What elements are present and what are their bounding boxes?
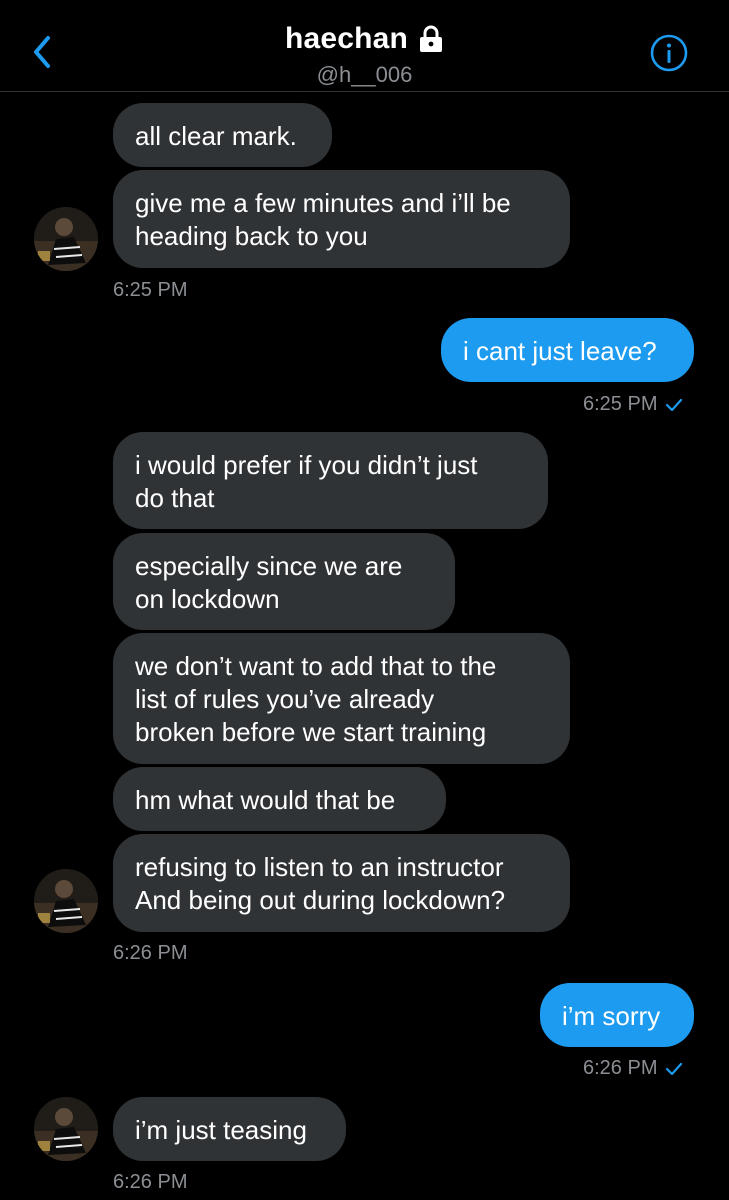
message-bubble-incoming[interactable]: we don’t want to add that to the list of…	[113, 633, 570, 764]
conversation-header: haechan @h__006	[0, 0, 729, 92]
message-text-line: And being out during lockdown?	[135, 885, 506, 915]
avatar[interactable]	[34, 1097, 98, 1161]
conversation-title-block[interactable]: haechan @h__006	[0, 22, 729, 88]
message-text-line: list of rules you’ve already	[135, 684, 435, 714]
message-bubble-incoming[interactable]: especially since we are on lockdown	[113, 533, 455, 630]
message-timestamp: 6:26 PM	[113, 1171, 188, 1193]
avatar-image	[34, 1097, 98, 1161]
message-timestamp: 6:26 PM	[113, 942, 188, 964]
message-bubble-incoming[interactable]: give me a few minutes and i’ll be headin…	[113, 170, 570, 268]
message-text-line: we don’t want to add that to the	[135, 651, 497, 681]
message-bubble-incoming[interactable]: refusing to listen to an instructor And …	[113, 834, 570, 932]
message-text-line: i would prefer if you didn’t just	[135, 450, 478, 480]
message-text: i’m sorry	[562, 1001, 661, 1031]
message-text-line: heading back to you	[135, 221, 368, 251]
message-text-line: on lockdown	[135, 584, 280, 614]
message-text: hm what would that be	[135, 785, 396, 815]
message-bubble-incoming[interactable]: i’m just teasing	[113, 1097, 346, 1161]
message-text: i cant just leave?	[463, 336, 657, 366]
lock-icon	[420, 25, 443, 52]
avatar[interactable]	[34, 869, 98, 933]
check-icon	[666, 1062, 683, 1075]
message-status: 6:26 PM	[583, 1057, 683, 1080]
message-status: 6:25 PM	[583, 393, 683, 416]
message-bubble-outgoing[interactable]: i’m sorry	[540, 983, 694, 1047]
info-button[interactable]	[650, 34, 688, 72]
avatar-image	[34, 207, 98, 271]
message-text-line: give me a few minutes and i’ll be	[135, 188, 511, 218]
message-bubble-incoming[interactable]: all clear mark.	[113, 103, 332, 167]
avatar[interactable]	[34, 207, 98, 271]
info-icon	[650, 34, 688, 72]
message-timestamp: 6:25 PM	[113, 279, 188, 301]
message-bubble-incoming[interactable]: hm what would that be	[113, 767, 446, 831]
message-text-line: refusing to listen to an instructor	[135, 852, 504, 882]
check-icon	[666, 398, 683, 411]
message-timestamp: 6:25 PM	[583, 393, 658, 415]
conversation-handle: @h__006	[316, 62, 413, 87]
avatar-image	[34, 869, 98, 933]
message-text-line: broken before we start training	[135, 717, 487, 747]
message-text-line: do that	[135, 483, 215, 513]
message-text: i’m just teasing	[135, 1115, 307, 1145]
message-text-line: especially since we are	[135, 551, 403, 581]
message-bubble-outgoing[interactable]: i cant just leave?	[441, 318, 694, 382]
message-text: all clear mark.	[135, 121, 297, 151]
conversation-title: haechan	[284, 22, 409, 55]
message-timestamp: 6:26 PM	[583, 1057, 658, 1079]
message-bubble-incoming[interactable]: i would prefer if you didn’t just do tha…	[113, 432, 548, 529]
